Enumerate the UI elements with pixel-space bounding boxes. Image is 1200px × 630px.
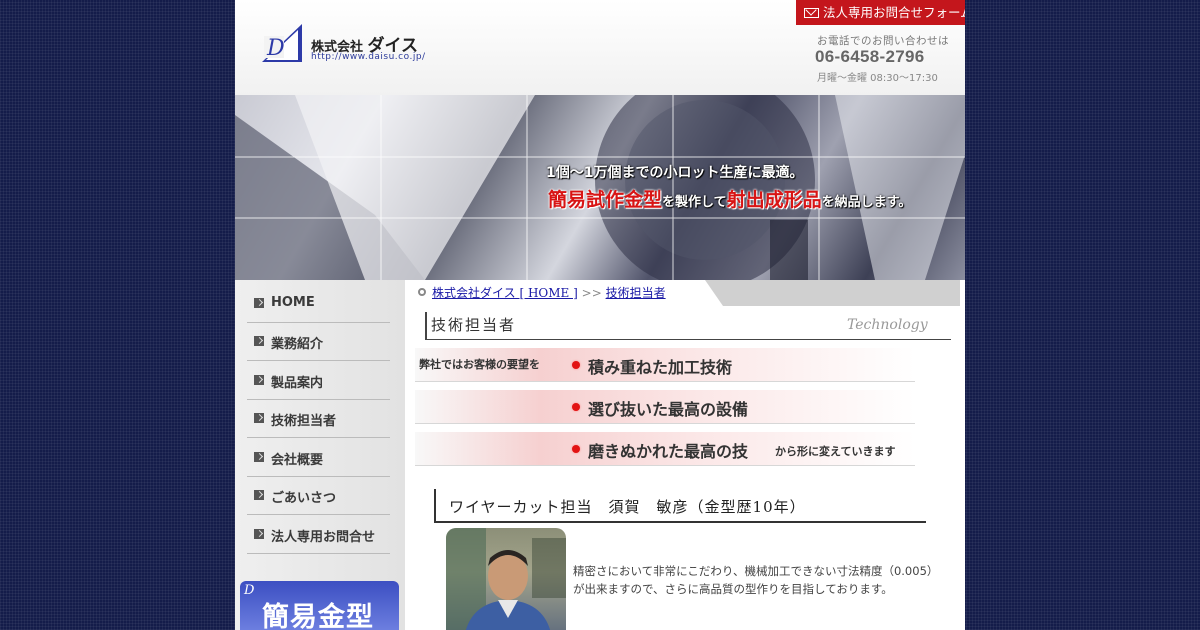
sidebar-item-services[interactable]: 業務紹介 [247,322,390,361]
company-url: http://www.daisu.co.jp/ [311,52,426,62]
red-dot-icon [572,361,580,369]
arrow-square-icon [254,413,264,423]
staff-description: 精密さにおいて非常にこだわり、機械加工できない寸法精度（0.005）が出来ますの… [573,564,933,596]
sidebar-item-label: ごあいさつ [271,491,337,506]
page-title-en: Technology [847,317,928,333]
sidebar-item-products[interactable]: 製品案内 [247,361,390,400]
sidebar-item-company[interactable]: 会社概要 [247,438,390,477]
feature-strip: 磨きぬかれた最高の技 から形に変えていきます [415,432,915,465]
feature-text: 磨きぬかれた最高の技 [588,442,749,461]
arrow-square-icon [254,336,264,346]
simple-mold-banner[interactable]: D 簡易金型 [240,581,399,630]
breadcrumb-decoration [705,280,960,306]
banner-text-end: を納品します。 [821,195,912,210]
contact-form-label: 法人専用お問合せフォーム [823,5,965,20]
sidebar-item-label: 技術担当者 [271,414,337,429]
intro-prefix: 弊社ではお客様の要望を [419,358,540,371]
mail-icon [804,8,819,18]
logo-letter: D [266,36,285,61]
staff-photo [446,528,566,630]
sidebar-item-label: 法人専用お問合せ [271,530,376,545]
intro-suffix: から形に変えていきます [775,445,896,458]
divider [415,465,915,466]
simple-mold-banner-text: 簡易金型 [262,602,374,630]
staff-photo-image [446,528,566,630]
breadcrumb: 株式会社ダイス [ HOME ] >> 技術担当者 [432,284,666,301]
feature-strip: 選び抜いた最高の設備 [415,390,915,423]
sidebar-item-label: 業務紹介 [271,337,324,352]
sidebar-item-contact[interactable]: 法人専用お問合せ [247,515,390,554]
logo-letter: D [244,583,255,598]
breadcrumb-current-link[interactable]: 技術担当者 [606,286,666,300]
circle-bullet-icon [418,288,426,296]
sidebar-item-engineers[interactable]: 技術担当者 [247,399,390,438]
banner-text-mid: を製作して [662,195,727,210]
divider [415,381,915,382]
arrow-square-icon [254,490,264,500]
company-logo-icon[interactable]: D [260,22,304,64]
tel-hours: 月曜〜金曜 08:30〜17:30 [817,73,938,84]
feature-text: 選び抜いた最高の設備 [588,400,749,419]
red-dot-icon [572,403,580,411]
sidebar-item-label: HOME [271,295,315,310]
divider [415,423,915,424]
sidebar-item-home[interactable]: HOME [247,284,390,323]
tel-caption: お電話でのお問い合わせは [817,35,949,47]
staff-heading: ワイヤーカット担当 須賀 敏彦（金型歴10年） [449,498,806,516]
red-dot-icon [572,445,580,453]
tel-number: 06-6458-2796 [815,47,925,66]
page-title: 技術担当者 [431,316,517,334]
banner-red-text-2: 射出成形品 [726,189,822,211]
breadcrumb-bar: 株式会社ダイス [ HOME ] >> 技術担当者 [415,280,960,306]
arrow-square-icon [254,529,264,539]
page: D 株式会社 ダイス http://www.daisu.co.jp/ 法人専用お… [235,0,965,630]
contact-form-button[interactable]: 法人専用お問合せフォーム [796,0,965,25]
feature-text: 積み重ねた加工技術 [588,358,733,377]
sidebar-item-label: 会社概要 [271,453,324,468]
arrow-square-icon [254,298,264,308]
arrow-square-icon [254,452,264,462]
sidebar: HOME 業務紹介 製品案内 技術担当者 会社概要 ごあいさつ 法人専用お問合せ… [235,280,405,630]
breadcrumb-separator: >> [581,286,602,300]
sidebar-item-label: 製品案内 [271,376,324,391]
hero-banner: 1個〜1万個までの小ロット生産に最適。 簡易試作金型を製作して射出成形品を納品し… [235,95,965,280]
banner-tagline: 1個〜1万個までの小ロット生産に最適。 [546,165,804,181]
arrow-square-icon [254,375,264,385]
header: D 株式会社 ダイス http://www.daisu.co.jp/ 法人専用お… [235,0,965,95]
breadcrumb-home-link[interactable]: 株式会社ダイス [ HOME ] [432,286,578,300]
feature-strip: 弊社ではお客様の要望を 積み重ねた加工技術 [415,348,915,381]
banner-headline: 簡易試作金型を製作して射出成形品を納品します。 [548,185,911,212]
sidebar-item-greeting[interactable]: ごあいさつ [247,476,390,515]
banner-red-text-1: 簡易試作金型 [548,189,663,211]
